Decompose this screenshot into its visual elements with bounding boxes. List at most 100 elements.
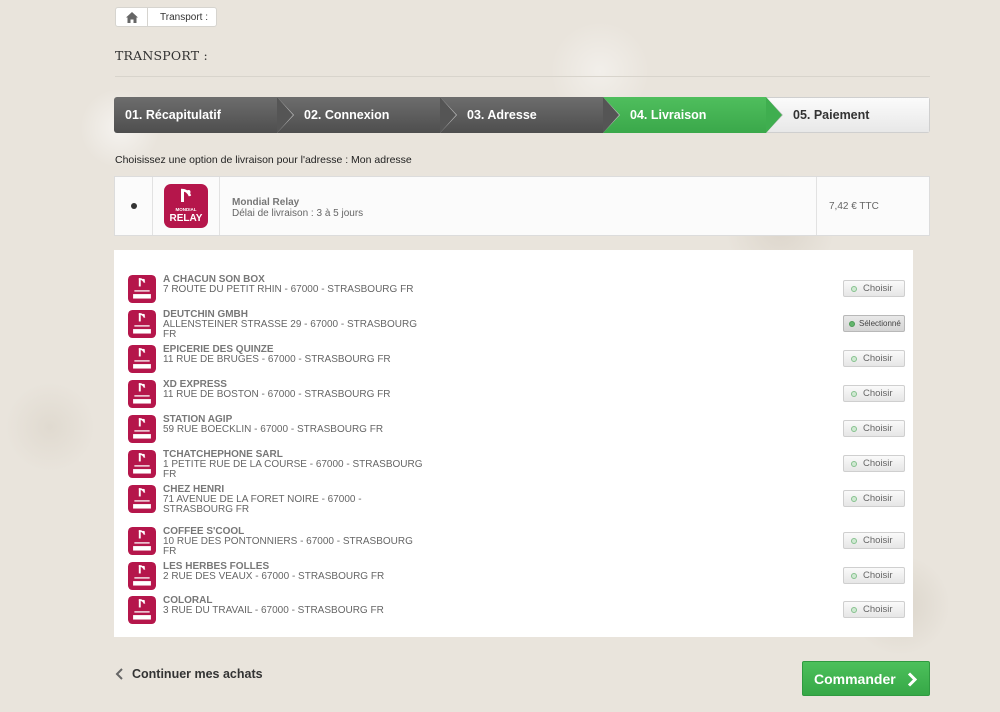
mondial-relay-logo-icon (128, 527, 156, 555)
mondial-relay-logo-icon (128, 450, 156, 478)
button-label: Choisir (863, 458, 893, 469)
relay-address: 11 RUE DE BRUGES - 67000 - STRASBOURG FR (163, 354, 391, 365)
radio-icon (851, 425, 857, 432)
choose-relay-button[interactable]: Choisir (843, 567, 905, 584)
relay-info: CHEZ HENRI 71 AVENUE DE LA FORET NOIRE -… (163, 485, 423, 515)
chevron-left-icon (115, 668, 123, 680)
radio-icon (851, 572, 857, 579)
page-title: TRANSPORT : (115, 48, 208, 63)
breadcrumb-home-link[interactable] (116, 8, 148, 26)
mondial-relay-logo-icon (128, 562, 156, 590)
relay-address: 2 RUE DES VEAUX - 67000 - STRASBOURG FR (163, 571, 385, 582)
choose-relay-button[interactable]: Choisir (843, 350, 905, 367)
relay-address: 71 AVENUE DE LA FORET NOIRE - 67000 - ST… (163, 494, 362, 515)
relay-info: DEUTCHIN GMBH ALLENSTEINER STRASSE 29 - … (163, 310, 423, 340)
relay-info: EPICERIE DES QUINZE 11 RUE DE BRUGES - 6… (163, 345, 423, 365)
mondial-relay-logo-icon (128, 380, 156, 408)
choose-relay-button[interactable]: Choisir (843, 490, 905, 507)
radio-icon (851, 537, 857, 544)
button-label: Choisir (863, 283, 893, 294)
relay-address: ALLENSTEINER STRASSE 29 - 67000 - STRASB… (163, 319, 417, 340)
button-label: Choisir (863, 570, 893, 581)
mondial-relay-logo-icon (128, 596, 156, 624)
choose-relay-button[interactable]: Choisir (843, 280, 905, 297)
mondial-relay-logo-icon: MONDIAL RELAY (164, 184, 208, 228)
radio-icon (851, 390, 857, 397)
relay-info: STATION AGIP 59 RUE BOECKLIN - 67000 - S… (163, 415, 423, 435)
mondial-relay-logo-icon (128, 415, 156, 443)
step-connexion[interactable]: 02. Connexion (277, 97, 457, 133)
step-arrow-shape (766, 97, 782, 133)
button-label: Sélectionné (859, 319, 901, 328)
continue-shopping-link[interactable]: Continuer mes achats (115, 667, 263, 681)
carrier-name: Mondial Relay (232, 197, 300, 208)
order-button-label: Commander (814, 670, 896, 687)
relay-point-list: A CHACUN SON BOX 7 ROUTE DU PETIT RHIN -… (114, 250, 913, 637)
relay-info: COLORAL 3 RUE DU TRAVAIL - 67000 - STRAS… (163, 596, 423, 616)
step-paiement: 05. Paiement (766, 97, 930, 133)
chevron-right-icon (907, 672, 917, 687)
relay-info: LES HERBES FOLLES 2 RUE DES VEAUX - 6700… (163, 562, 423, 582)
relay-address: 10 RUE DES PONTONNIERS - 67000 - STRASBO… (163, 536, 413, 557)
button-label: Choisir (863, 604, 893, 615)
relay-address: 3 RUE DU TRAVAIL - 67000 - STRASBOURG FR (163, 605, 384, 616)
step-label: 01. Récapitulatif (125, 108, 221, 122)
step-recapitulatif[interactable]: 01. Récapitulatif (114, 97, 294, 133)
radio-icon (849, 320, 855, 327)
relay-info: XD EXPRESS 11 RUE DE BOSTON - 67000 - ST… (163, 380, 423, 400)
step-adresse[interactable]: 03. Adresse (440, 97, 620, 133)
continue-shopping-label: Continuer mes achats (132, 667, 263, 681)
button-label: Choisir (863, 353, 893, 364)
step-livraison: 04. Livraison (603, 97, 783, 133)
step-label: 03. Adresse (467, 108, 537, 122)
button-label: Choisir (863, 423, 893, 434)
choose-relay-button[interactable]: Choisir (843, 601, 905, 618)
step-arrow-shape (440, 97, 456, 133)
choose-relay-button[interactable]: Choisir (843, 532, 905, 549)
mondial-relay-logo-icon (128, 310, 156, 338)
choose-relay-button[interactable]: Choisir (843, 455, 905, 472)
button-label: Choisir (863, 493, 893, 504)
relay-info: COFFEE S'COOL 10 RUE DES PONTONNIERS - 6… (163, 527, 423, 557)
button-label: Choisir (863, 388, 893, 399)
carrier-delay: Délai de livraison : 3 à 5 jours (232, 208, 364, 219)
logo-text-top: MONDIAL (176, 207, 197, 212)
step-arrow-shape (603, 97, 619, 133)
step-arrow-shape (277, 97, 293, 133)
carrier-radio[interactable] (115, 177, 153, 235)
delivery-instruction: Choisissez une option de livraison pour … (115, 154, 412, 166)
relay-info: A CHACUN SON BOX 7 ROUTE DU PETIT RHIN -… (163, 275, 423, 295)
divider (115, 76, 930, 77)
checkout-steps: 01. Récapitulatif 02. Connexion 03. Adre… (114, 97, 930, 133)
mondial-relay-logo-icon (128, 485, 156, 513)
relay-address: 7 ROUTE DU PETIT RHIN - 67000 - STRASBOU… (163, 284, 414, 295)
logo-text-bottom: RELAY (170, 213, 203, 224)
radio-icon (851, 606, 857, 613)
relay-info: TCHATCHEPHONE SARL 1 PETITE RUE DE LA CO… (163, 450, 423, 480)
carrier-price: 7,42 € TTC (816, 177, 929, 235)
selected-relay-button[interactable]: Sélectionné (843, 315, 905, 332)
radio-icon (851, 460, 857, 467)
mondial-relay-logo-icon (128, 275, 156, 303)
carrier-info: Mondial Relay Délai de livraison : 3 à 5… (220, 177, 816, 235)
radio-icon (851, 355, 857, 362)
carrier-logo-cell: MONDIAL RELAY (153, 177, 220, 235)
home-icon (125, 11, 138, 23)
step-label: 02. Connexion (304, 108, 390, 122)
step-label: 04. Livraison (630, 108, 707, 122)
step-label: 05. Paiement (793, 108, 870, 122)
order-button[interactable]: Commander (802, 661, 930, 696)
carrier-option[interactable]: MONDIAL RELAY Mondial Relay Délai de liv… (114, 176, 930, 236)
breadcrumb: Transport : (115, 7, 217, 27)
radio-selected-dot (130, 203, 137, 209)
button-label: Choisir (863, 535, 893, 546)
relay-address: 1 PETITE RUE DE LA COURSE - 67000 - STRA… (163, 459, 423, 480)
relay-address: 11 RUE DE BOSTON - 67000 - STRASBOURG FR (163, 389, 391, 400)
breadcrumb-current: Transport : (160, 11, 208, 23)
radio-icon (851, 495, 857, 502)
mondial-relay-logo-icon (128, 345, 156, 373)
radio-icon (851, 285, 857, 292)
relay-address: 59 RUE BOECKLIN - 67000 - STRASBOURG FR (163, 424, 384, 435)
choose-relay-button[interactable]: Choisir (843, 385, 905, 402)
choose-relay-button[interactable]: Choisir (843, 420, 905, 437)
